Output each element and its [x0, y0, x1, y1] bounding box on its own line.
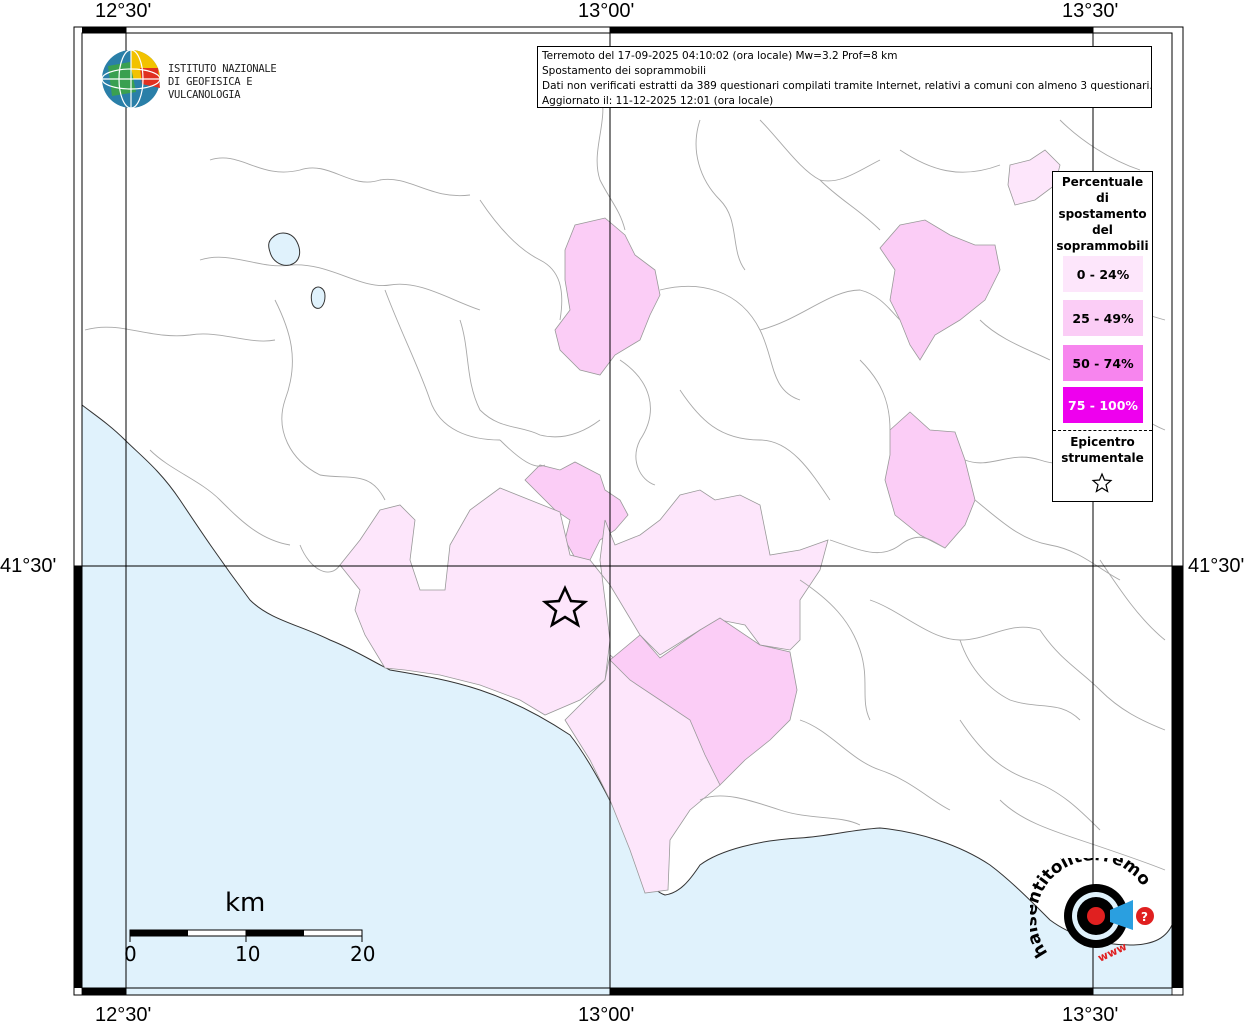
- scale-tick-10: 10: [235, 942, 261, 966]
- legend-item-75-100: 75 - 100%: [1063, 387, 1143, 423]
- logo-line-2: DI GEOFISICA E VULCANOLOGIA: [168, 76, 253, 101]
- ingv-logo-text: ISTITUTO NAZIONALE DI GEOFISICA E VULCAN…: [168, 63, 330, 102]
- legend-item-25-49: 25 - 49%: [1063, 300, 1143, 336]
- data-note: Dati non verificati estratti da 389 ques…: [542, 80, 1153, 92]
- lat-label-right: 41°30': [1188, 555, 1245, 577]
- legend-epicenter-label: Epicentro strumentale: [1053, 434, 1152, 466]
- lon-label-left-top: 12°30': [95, 0, 152, 22]
- lake-2: [310, 286, 326, 309]
- map-subject: Spostamento dei soprammobili: [542, 65, 706, 77]
- updated-line: Aggiornato il: 11-12-2025 12:01 (ora loc…: [542, 95, 774, 107]
- lon-label-right-top: 13°30': [1062, 0, 1119, 22]
- legend-title-line: Percentuale: [1061, 175, 1144, 189]
- lon-label-center-top: 13°00': [578, 0, 635, 22]
- svg-text:?: ?: [1141, 910, 1148, 924]
- scale-tick-20: 20: [350, 942, 376, 966]
- legend-title-line: soprammobili: [1056, 239, 1149, 253]
- legend-epicenter-line: strumentale: [1061, 451, 1144, 465]
- legend-item-0-24: 0 - 24%: [1063, 256, 1143, 292]
- lat-label-left: 41°30': [0, 555, 57, 577]
- scale-tick-0: 0: [124, 942, 137, 966]
- legend: Percentuale di spostamento del soprammob…: [1052, 171, 1153, 502]
- scale-unit: km: [225, 888, 266, 918]
- legend-separator: [1053, 430, 1152, 431]
- legend-item-50-74: 50 - 74%: [1063, 345, 1143, 381]
- star-icon: [1091, 472, 1113, 493]
- legend-title: Percentuale di spostamento del soprammob…: [1053, 174, 1152, 254]
- event-info-box: Terremoto del 17-09-2025 04:10:02 (ora l…: [537, 46, 1153, 108]
- event-line: Terremoto del 17-09-2025 04:10:02 (ora l…: [542, 50, 898, 62]
- legend-title-line: spostamento: [1058, 207, 1147, 221]
- haisentito-logo: haisentitoilterremoto.it ? www: [1030, 858, 1155, 965]
- ingv-logo: ISTITUTO NAZIONALE DI GEOFISICA E VULCAN…: [100, 48, 330, 112]
- logo-line-1: ISTITUTO NAZIONALE: [168, 63, 277, 75]
- legend-title-line: di: [1096, 191, 1109, 205]
- legend-epicenter-line: Epicentro: [1070, 435, 1135, 449]
- legend-title-line: del: [1092, 223, 1113, 237]
- globe-icon: [101, 49, 161, 109]
